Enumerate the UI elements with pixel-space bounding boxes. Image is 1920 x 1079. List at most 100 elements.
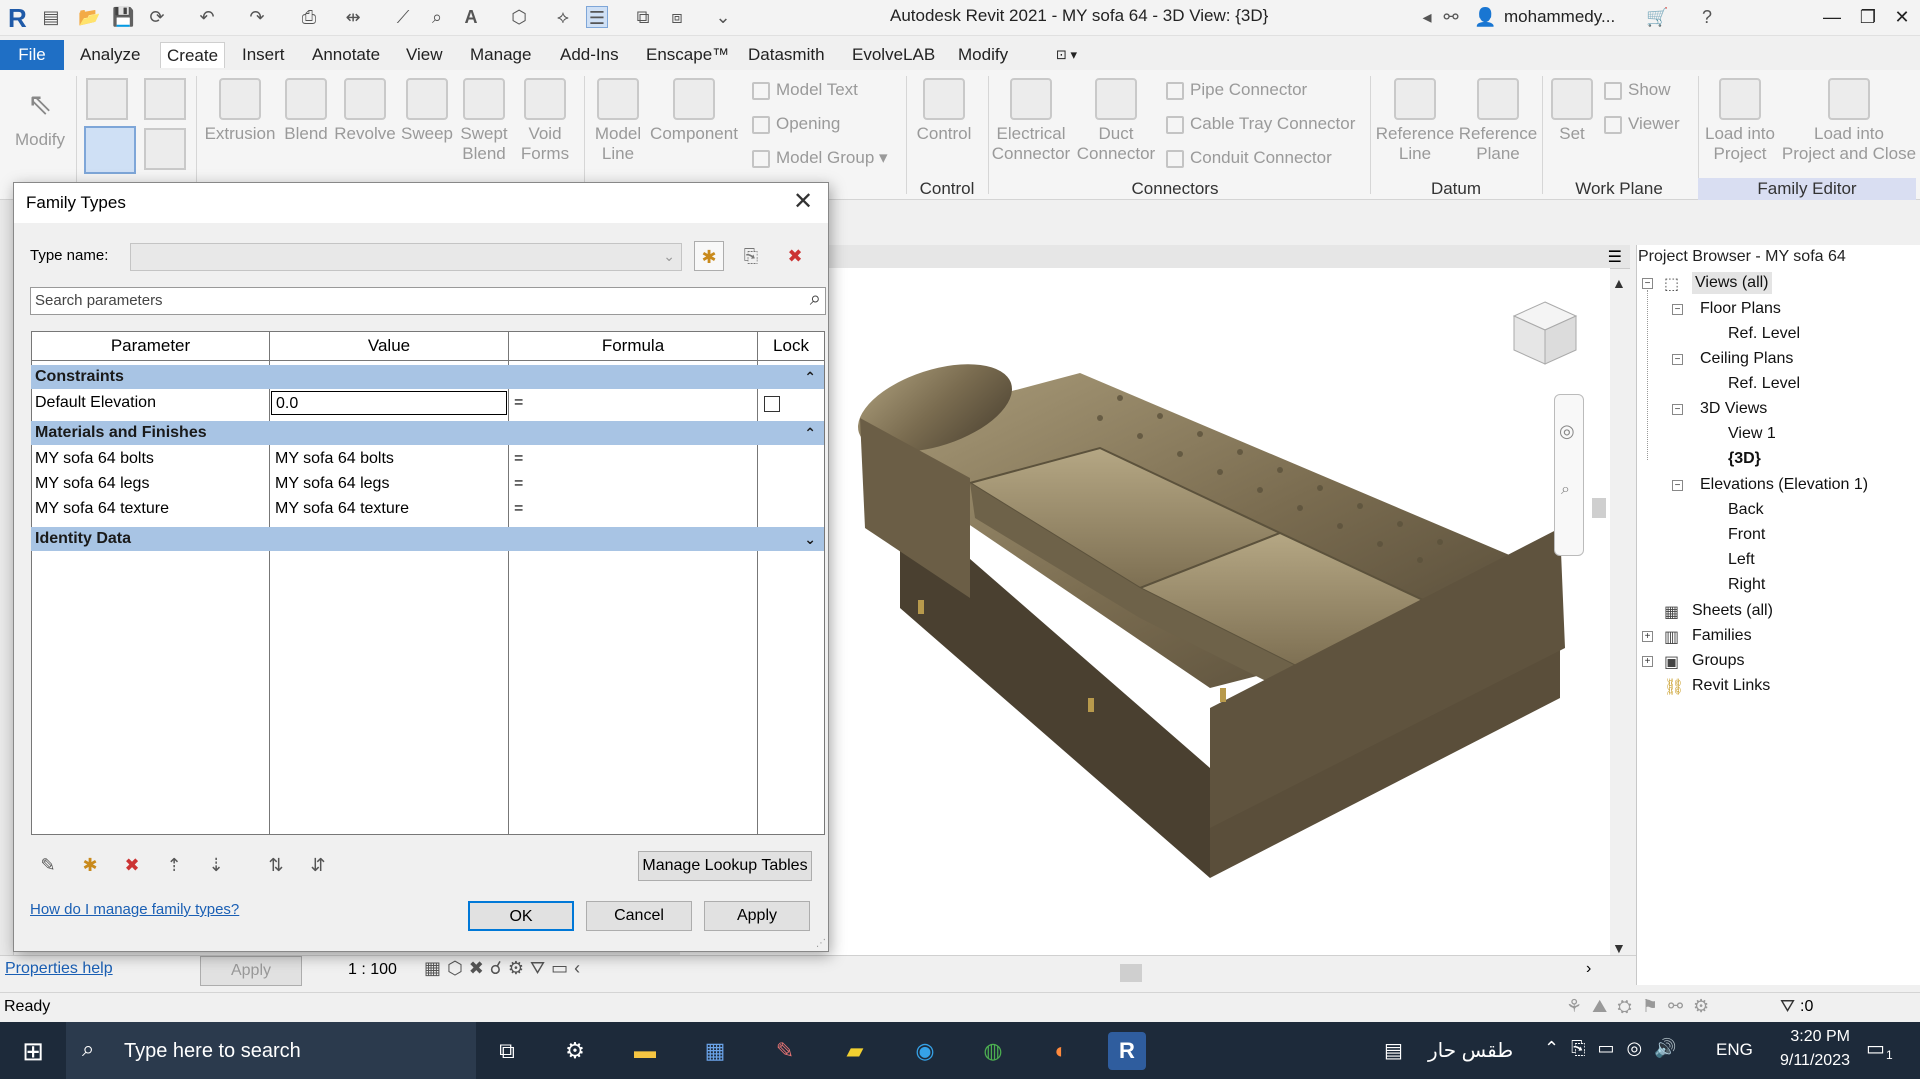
help-icon[interactable]: ? <box>1696 6 1718 28</box>
show-button[interactable]: Show <box>1604 78 1671 102</box>
expand-groups-toggle[interactable]: + <box>1642 656 1653 667</box>
sweep-button[interactable]: Sweep <box>398 78 456 144</box>
swept-blend-button[interactable]: Swept Blend <box>456 78 512 164</box>
tree-ceiling-plans[interactable]: Ceiling Plans <box>1700 348 1793 370</box>
collapse-floor-plans-toggle[interactable]: − <box>1672 304 1683 315</box>
zoom-icon[interactable]: ⌕ <box>1561 481 1570 499</box>
group-constraints[interactable]: Constraints ⌃ <box>31 365 824 389</box>
param-formula[interactable]: = <box>510 497 756 521</box>
model-text-button[interactable]: Model Text <box>752 78 858 102</box>
type-properties-icon[interactable] <box>144 128 186 170</box>
lock-checkbox[interactable] <box>764 396 780 412</box>
new-parameter-icon[interactable]: ✱ <box>78 853 102 877</box>
weather-icon[interactable]: ▤ <box>1384 1038 1403 1063</box>
help-link[interactable]: How do I manage family types? <box>30 901 239 918</box>
text-icon[interactable]: A <box>460 6 482 28</box>
tree-elevation-back[interactable]: Back <box>1728 499 1764 521</box>
group-identity-data[interactable]: Identity Data ⌄ <box>31 527 824 551</box>
collapse-icon[interactable]: ⌃ <box>804 365 816 389</box>
move-up-icon[interactable]: ⇡ <box>162 853 186 877</box>
family-types-icon[interactable] <box>86 78 128 120</box>
clock-time[interactable]: 3:20 PM <box>1770 1028 1850 1046</box>
print-icon[interactable]: ⎙ <box>298 6 320 28</box>
tree-groups[interactable]: Groups <box>1692 650 1744 672</box>
cart-icon[interactable]: 🛒 <box>1646 6 1668 28</box>
thin-lines-icon[interactable]: ☰ <box>586 6 608 28</box>
firefox-icon[interactable]: ◐ <box>1042 1032 1080 1070</box>
sync-icon[interactable]: ⟳ <box>146 6 168 28</box>
tab-enscape[interactable]: Enscape™ <box>640 42 735 68</box>
param-value[interactable]: MY sofa 64 legs <box>271 472 507 496</box>
tab-view[interactable]: View <box>400 42 449 68</box>
column-value[interactable]: Value <box>269 331 509 361</box>
component-button[interactable]: Component <box>648 78 740 144</box>
horizontal-scrollbar-thumb[interactable] <box>1120 964 1142 982</box>
tree-elevations[interactable]: Elevations (Elevation 1) <box>1700 474 1868 496</box>
properties-help-link[interactable]: Properties help <box>5 960 113 978</box>
load-into-project-close-button[interactable]: Load into Project and Close <box>1780 78 1918 164</box>
binoculars-icon[interactable]: ⚯ <box>1440 6 1462 28</box>
undo-icon[interactable]: ↶ <box>196 6 218 28</box>
tree-ceiling-ref-level[interactable]: Ref. Level <box>1728 373 1800 395</box>
new-type-icon[interactable]: ✱ <box>694 241 724 271</box>
tree-floor-plans[interactable]: Floor Plans <box>1700 298 1781 320</box>
load-into-project-button[interactable]: Load into Project <box>1700 78 1780 164</box>
duct-connector-button[interactable]: Duct Connector <box>1074 78 1158 164</box>
revolve-button[interactable]: Revolve <box>334 78 396 144</box>
restore-button[interactable]: ❐ <box>1854 4 1882 30</box>
ok-button[interactable]: OK <box>468 901 574 931</box>
user-icon[interactable]: 👤 <box>1474 6 1496 28</box>
param-value[interactable]: MY sofa 64 texture <box>271 497 507 521</box>
column-parameter[interactable]: Parameter <box>31 331 270 361</box>
view-scale[interactable]: 1 : 100 <box>348 961 397 979</box>
ribbon-toggle-icon[interactable]: ⊡ ▾ <box>1050 42 1083 68</box>
extrusion-button[interactable]: Extrusion <box>204 78 276 144</box>
steering-wheel-icon[interactable]: ◎ <box>1559 421 1575 442</box>
view-menu-icon[interactable]: ☰ <box>1608 247 1622 267</box>
collapse-3d-views-toggle[interactable]: − <box>1672 404 1683 415</box>
sticky-notes-icon[interactable]: ▰ <box>836 1032 874 1070</box>
tab-add-ins[interactable]: Add-Ins <box>554 42 625 68</box>
tab-annotate[interactable]: Annotate <box>306 42 386 68</box>
paint-icon[interactable]: ✎ <box>766 1032 804 1070</box>
edit-parameter-icon[interactable]: ✎ <box>36 853 60 877</box>
clock-date[interactable]: 9/11/2023 <box>1764 1052 1850 1070</box>
taskbar-search[interactable]: ⌕ Type here to search <box>66 1022 476 1079</box>
chevron-left-icon[interactable]: ◂ <box>1416 6 1438 28</box>
electrical-connector-button[interactable]: Electrical Connector <box>990 78 1072 164</box>
cable-tray-connector-button[interactable]: Cable Tray Connector <box>1166 112 1355 136</box>
revit-logo[interactable]: R <box>8 3 32 33</box>
view-control-icons[interactable]: ▦⬡✖☌⚙⛛▭‹ <box>424 958 586 979</box>
param-value-input[interactable]: 0.0 <box>271 391 507 415</box>
tree-3d-views[interactable]: 3D Views <box>1700 398 1767 420</box>
tab-create[interactable]: Create <box>160 42 226 68</box>
delete-parameter-icon[interactable]: ✖ <box>120 853 144 877</box>
expand-icon[interactable]: ⌄ <box>804 527 816 551</box>
tab-evolvelab[interactable]: EvolveLAB <box>846 42 941 68</box>
user-name[interactable]: mohammedy... <box>1504 7 1615 27</box>
dimension-icon[interactable]: ⟋ <box>392 6 414 28</box>
dialog-close-icon[interactable]: ✕ <box>788 187 818 217</box>
param-value[interactable]: MY sofa 64 bolts <box>271 447 507 471</box>
tab-manage[interactable]: Manage <box>464 42 537 68</box>
reference-line-button[interactable]: Reference Line <box>1372 78 1458 164</box>
tree-revit-links[interactable]: Revit Links <box>1692 675 1770 697</box>
notifications-icon[interactable]: ▭ <box>1866 1036 1885 1061</box>
input-language[interactable]: ENG <box>1716 1040 1753 1060</box>
set-button[interactable]: Set <box>1546 78 1598 144</box>
tree-sheets[interactable]: Sheets (all) <box>1692 600 1773 622</box>
settings-icon[interactable]: ⚙ <box>556 1032 594 1070</box>
edge-icon[interactable]: ◉ <box>906 1032 944 1070</box>
tab-file[interactable]: File <box>0 40 64 70</box>
delete-type-icon[interactable]: ✖ <box>780 241 810 271</box>
opening-button[interactable]: Opening <box>752 112 840 136</box>
group-materials-finishes[interactable]: Materials and Finishes ⌃ <box>31 421 824 445</box>
close-window-button[interactable]: ✕ <box>1888 4 1916 30</box>
cancel-button[interactable]: Cancel <box>586 901 692 931</box>
close-hidden-icon[interactable]: ⧉ <box>632 6 654 28</box>
selection-filter-icons[interactable]: ⚘⛰⛭⚑⚯⚙ <box>1566 996 1719 1017</box>
navigation-bar[interactable]: ◎ ⌕ <box>1554 394 1584 556</box>
param-formula[interactable]: = <box>510 472 756 496</box>
task-view-icon[interactable]: ⧉ <box>488 1032 526 1070</box>
weather-text[interactable]: طقس حار <box>1428 1038 1513 1063</box>
